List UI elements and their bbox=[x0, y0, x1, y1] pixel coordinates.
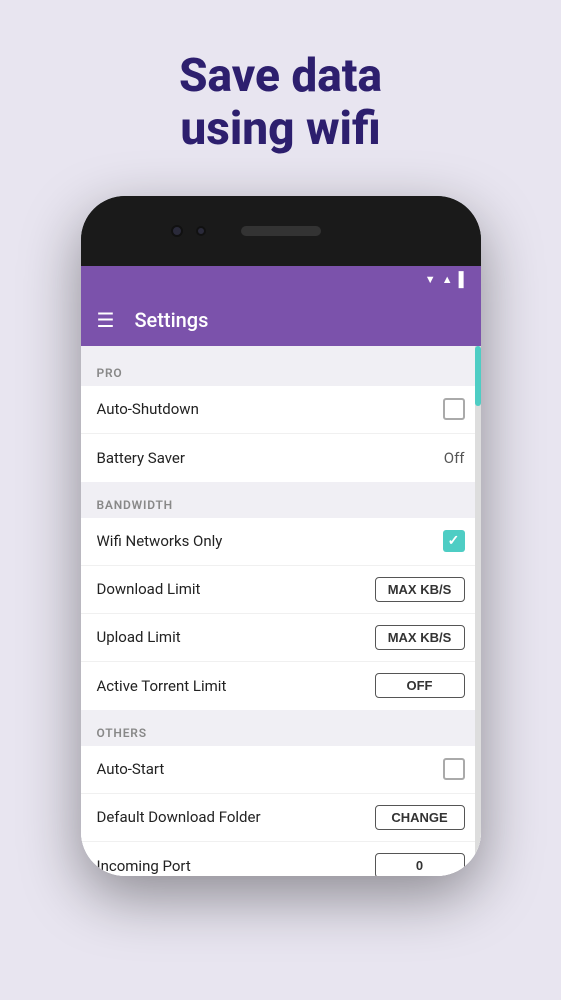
torrent-limit-label: Active Torrent Limit bbox=[97, 677, 227, 695]
section-header-others: OTHERS bbox=[81, 714, 481, 746]
section-others: OTHERS Auto-Start Default Download Folde… bbox=[81, 714, 481, 876]
setting-row-download-folder[interactable]: Default Download Folder CHANGE bbox=[81, 794, 481, 842]
signal-icon bbox=[442, 272, 453, 287]
section-pro: PRO Auto-Shutdown Battery Saver Off bbox=[81, 354, 481, 482]
section-bandwidth: BANDWIDTH Wifi Networks Only ✓ Download … bbox=[81, 486, 481, 710]
setting-row-wifi-only[interactable]: Wifi Networks Only ✓ bbox=[81, 518, 481, 566]
others-settings-card: Auto-Start Default Download Folder CHANG… bbox=[81, 746, 481, 876]
wifi-icon bbox=[425, 272, 436, 287]
torrent-limit-button[interactable]: OFF bbox=[375, 673, 465, 698]
download-limit-button[interactable]: MAX KB/S bbox=[375, 577, 465, 602]
phone-speaker bbox=[241, 226, 321, 236]
wifi-only-checkbox[interactable]: ✓ bbox=[443, 530, 465, 552]
hamburger-menu-icon[interactable]: ☰ bbox=[97, 308, 115, 332]
auto-start-checkbox[interactable] bbox=[443, 758, 465, 780]
phone-mockup: ☰ Settings PRO Auto-Shutdown bbox=[81, 196, 481, 876]
wifi-only-label: Wifi Networks Only bbox=[97, 532, 223, 550]
section-header-pro: PRO bbox=[81, 354, 481, 386]
phone-top-bar bbox=[81, 196, 481, 266]
app-bar: ☰ Settings bbox=[81, 294, 481, 346]
hero-title: Save data using wifi bbox=[179, 50, 382, 156]
setting-row-torrent-limit[interactable]: Active Torrent Limit OFF bbox=[81, 662, 481, 710]
incoming-port-button[interactable]: 0 bbox=[375, 853, 465, 876]
setting-row-incoming-port[interactable]: Incoming Port 0 bbox=[81, 842, 481, 876]
scrollbar-thumb[interactable] bbox=[475, 346, 481, 406]
bandwidth-settings-card: Wifi Networks Only ✓ Download Limit MAX … bbox=[81, 518, 481, 710]
phone-camera-right bbox=[196, 226, 206, 236]
section-header-bandwidth: BANDWIDTH bbox=[81, 486, 481, 518]
setting-row-auto-start[interactable]: Auto-Start bbox=[81, 746, 481, 794]
setting-row-battery-saver[interactable]: Battery Saver Off bbox=[81, 434, 481, 482]
setting-row-download-limit[interactable]: Download Limit MAX KB/S bbox=[81, 566, 481, 614]
settings-scroll-area[interactable]: PRO Auto-Shutdown Battery Saver Off bbox=[81, 346, 481, 876]
pro-settings-card: Auto-Shutdown Battery Saver Off bbox=[81, 386, 481, 482]
download-limit-label: Download Limit bbox=[97, 580, 201, 598]
auto-shutdown-label: Auto-Shutdown bbox=[97, 400, 199, 418]
download-folder-button[interactable]: CHANGE bbox=[375, 805, 465, 830]
battery-saver-value: Off bbox=[444, 449, 465, 467]
auto-shutdown-checkbox[interactable] bbox=[443, 398, 465, 420]
download-folder-label: Default Download Folder bbox=[97, 808, 261, 826]
status-bar bbox=[81, 266, 481, 294]
scrollbar-track bbox=[475, 346, 481, 876]
phone-camera-left bbox=[171, 225, 183, 237]
battery-icon bbox=[459, 271, 469, 288]
upload-limit-label: Upload Limit bbox=[97, 628, 181, 646]
app-bar-title: Settings bbox=[134, 308, 208, 332]
upload-limit-button[interactable]: MAX KB/S bbox=[375, 625, 465, 650]
setting-row-upload-limit[interactable]: Upload Limit MAX KB/S bbox=[81, 614, 481, 662]
hero-title-line1: Save data bbox=[179, 49, 382, 103]
settings-content: PRO Auto-Shutdown Battery Saver Off bbox=[81, 346, 481, 876]
incoming-port-label: Incoming Port bbox=[97, 857, 191, 875]
setting-row-auto-shutdown[interactable]: Auto-Shutdown bbox=[81, 386, 481, 434]
battery-saver-label: Battery Saver bbox=[97, 449, 185, 467]
phone-screen: ☰ Settings PRO Auto-Shutdown bbox=[81, 266, 481, 876]
hero-title-line2: using wifi bbox=[180, 102, 380, 156]
auto-start-label: Auto-Start bbox=[97, 760, 165, 778]
